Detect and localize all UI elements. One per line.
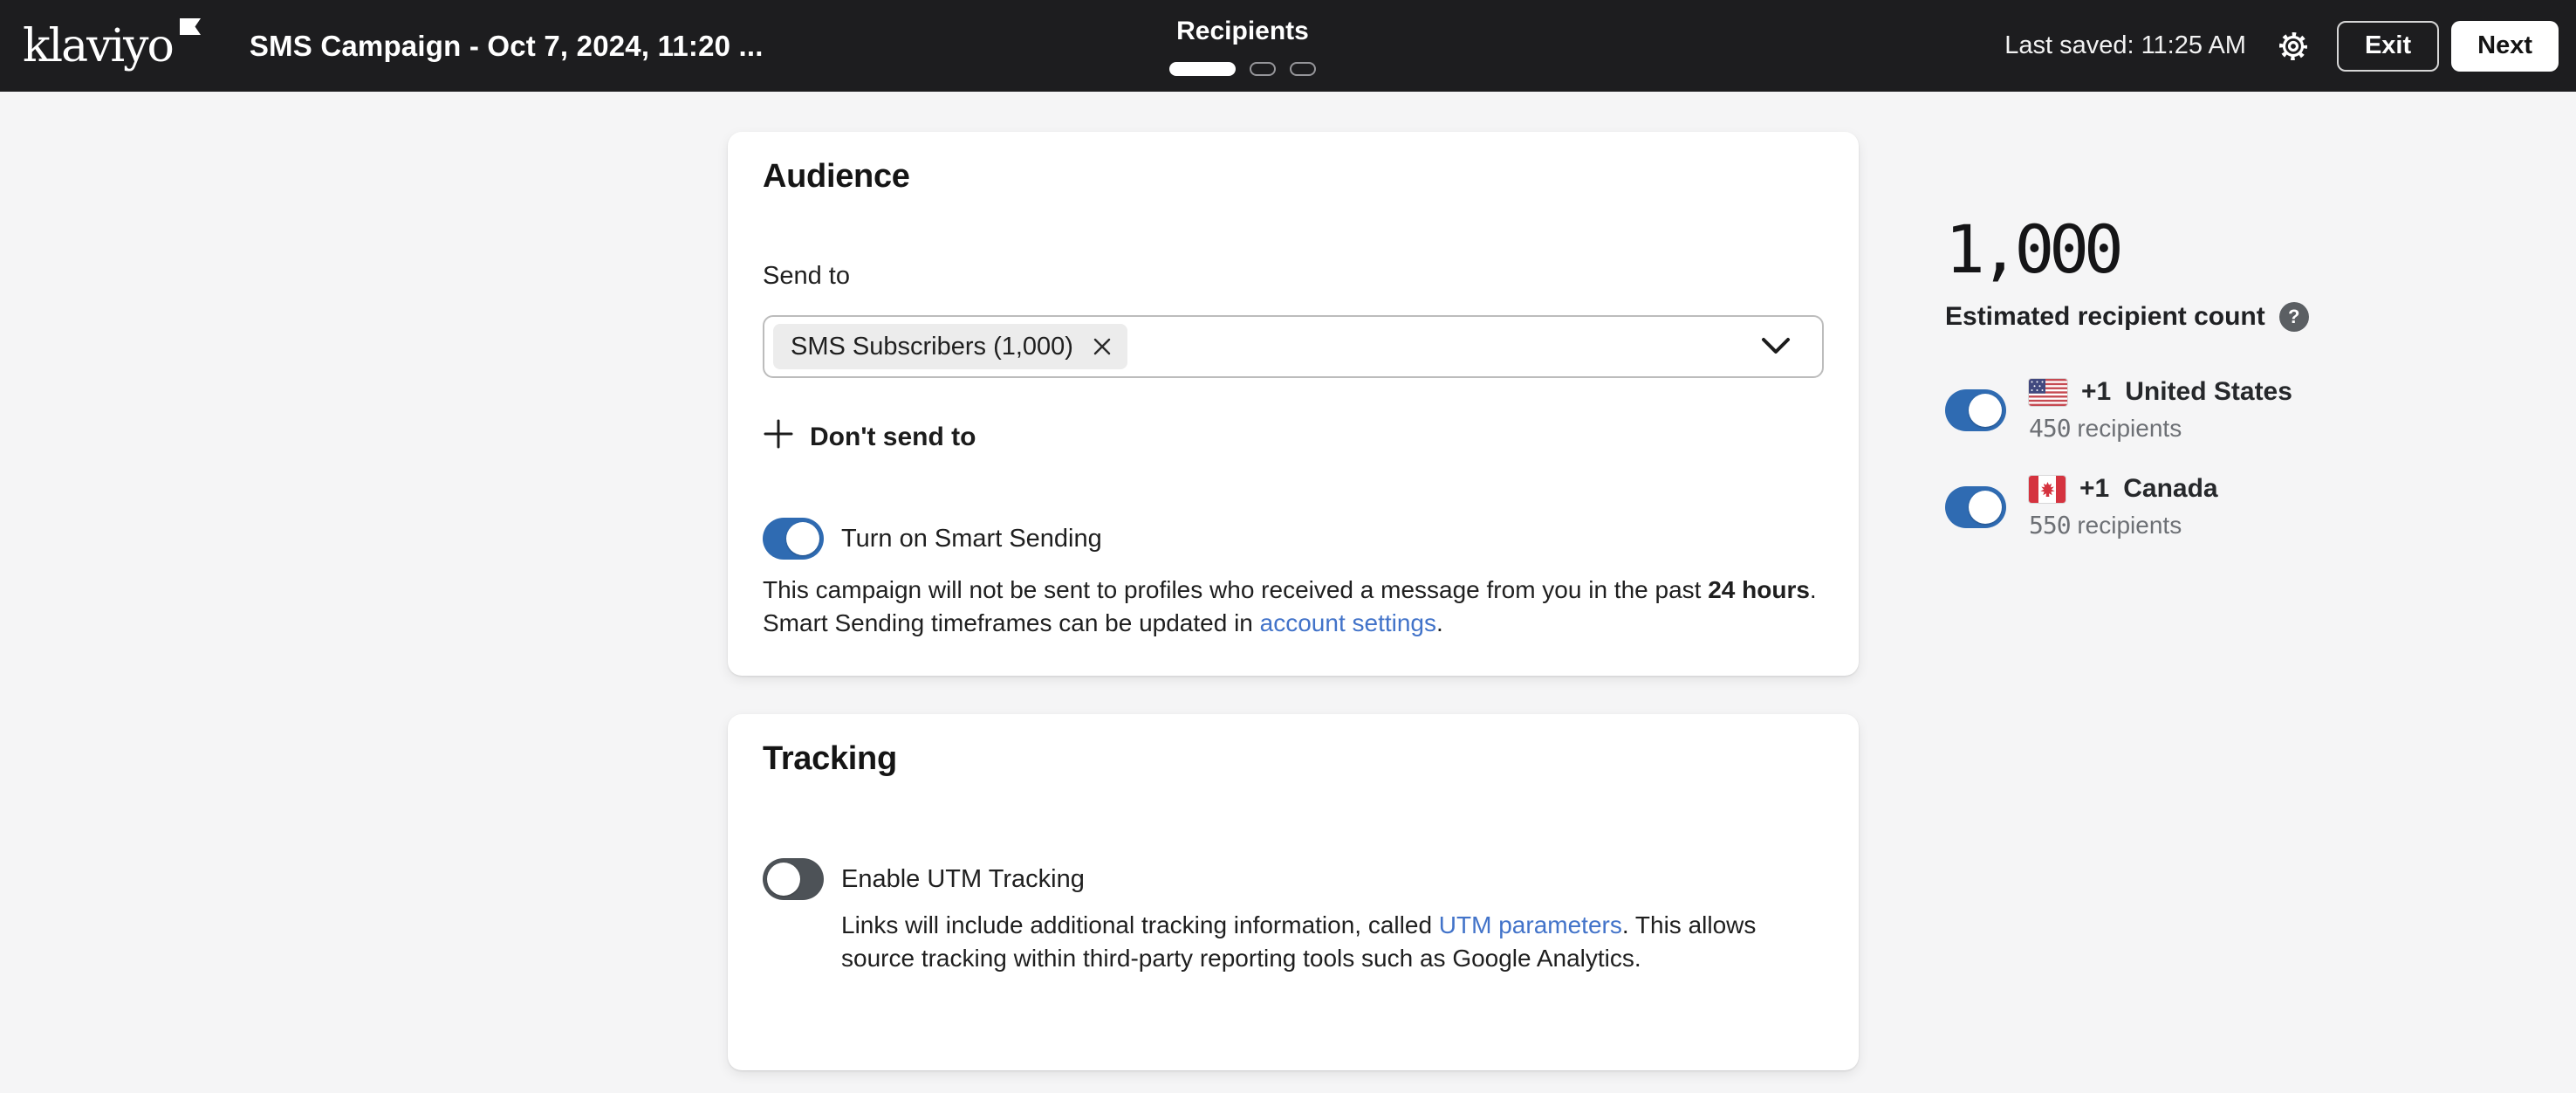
toggle-knob: [1969, 491, 2002, 524]
dont-send-to-label: Don't send to: [810, 423, 976, 452]
utm-text-block: Enable UTM Tracking Links will include a…: [841, 858, 1810, 1000]
country-row-united-states: +1 United States 450 recipients: [1945, 377, 2521, 443]
recipient-chip[interactable]: SMS Subscribers (1,000): [773, 324, 1127, 369]
utm-parameters-link[interactable]: UTM parameters: [1439, 911, 1622, 938]
recipient-chip-label: SMS Subscribers (1,000): [791, 333, 1073, 361]
audience-heading: Audience: [763, 158, 1824, 196]
smart-sending-label: Turn on Smart Sending: [841, 525, 1102, 553]
account-settings-link[interactable]: account settings: [1260, 609, 1436, 636]
canada-toggle[interactable]: [1945, 486, 2006, 528]
country-breakdown: +1 United States 450 recipients: [1945, 377, 2521, 540]
country-code: +1: [2079, 474, 2109, 504]
canada-flag-icon: [2029, 476, 2066, 503]
smart-sending-description: This campaign will not be sent to profil…: [763, 574, 1824, 640]
estimated-recipient-count: 1,000: [1945, 217, 2521, 283]
country-info: +1 United States 450 recipients: [2029, 377, 2292, 443]
recipient-summary: 1,000 Estimated recipient count ?: [1945, 0, 2521, 540]
utm-description: Links will include additional tracking i…: [841, 909, 1810, 975]
step-pill-2[interactable]: [1250, 62, 1276, 76]
estimated-count-label-row: Estimated recipient count ?: [1945, 302, 2521, 332]
klaviyo-flag-icon: [180, 18, 201, 39]
smart-sending-desc-text: This campaign will not be sent to profil…: [763, 576, 1708, 603]
us-flag-icon: [2029, 379, 2067, 406]
utm-tracking-row: Enable UTM Tracking Links will include a…: [763, 858, 1824, 1000]
country-name: Canada: [2123, 474, 2217, 504]
estimated-count-label: Estimated recipient count: [1945, 302, 2265, 332]
smart-sending-desc-bold: 24 hours: [1708, 576, 1810, 603]
utm-tracking-label: Enable UTM Tracking: [841, 858, 1810, 900]
step-progress: [1169, 62, 1316, 76]
country-recipients: 550 recipients: [2029, 511, 2218, 540]
united-states-toggle[interactable]: [1945, 389, 2006, 431]
current-step-label: Recipients: [1176, 17, 1309, 46]
toggle-knob: [767, 863, 800, 896]
utm-desc-text: Links will include additional tracking i…: [841, 911, 1439, 938]
country-recipients: 450 recipients: [2029, 414, 2292, 443]
tracking-heading: Tracking: [763, 740, 1824, 778]
toggle-knob: [1969, 394, 2002, 427]
country-name: United States: [2125, 377, 2292, 407]
plus-icon: [763, 418, 794, 457]
dont-send-to-button[interactable]: Don't send to: [763, 418, 976, 457]
chevron-down-icon[interactable]: [1761, 337, 1791, 356]
step-pill-recipients[interactable]: [1169, 62, 1236, 76]
klaviyo-logo[interactable]: klaviyo: [23, 24, 204, 69]
question-mark-icon[interactable]: ?: [2279, 302, 2309, 332]
step-pill-3[interactable]: [1290, 62, 1316, 76]
smart-sending-toggle[interactable]: [763, 518, 824, 560]
smart-sending-desc-suffix: .: [1436, 609, 1443, 636]
send-to-input[interactable]: SMS Subscribers (1,000): [763, 315, 1824, 378]
campaign-title: SMS Campaign - Oct 7, 2024, 11:20 ...: [250, 30, 764, 63]
klaviyo-wordmark: klaviyo: [23, 20, 173, 72]
country-info: +1 Canada 550 recipients: [2029, 474, 2218, 540]
send-to-label: Send to: [763, 262, 1824, 291]
wizard-steps: Recipients: [1169, 17, 1316, 76]
country-code: +1: [2081, 377, 2111, 407]
utm-tracking-toggle[interactable]: [763, 858, 824, 900]
toggle-knob: [786, 522, 819, 555]
smart-sending-row: Turn on Smart Sending: [763, 518, 1824, 560]
tracking-card: Tracking Enable UTM Tracking Links will …: [728, 714, 1859, 1070]
country-row-canada: +1 Canada 550 recipients: [1945, 474, 2521, 540]
close-icon[interactable]: [1091, 335, 1113, 358]
audience-card: Audience Send to SMS Subscribers (1,000)…: [728, 132, 1859, 676]
